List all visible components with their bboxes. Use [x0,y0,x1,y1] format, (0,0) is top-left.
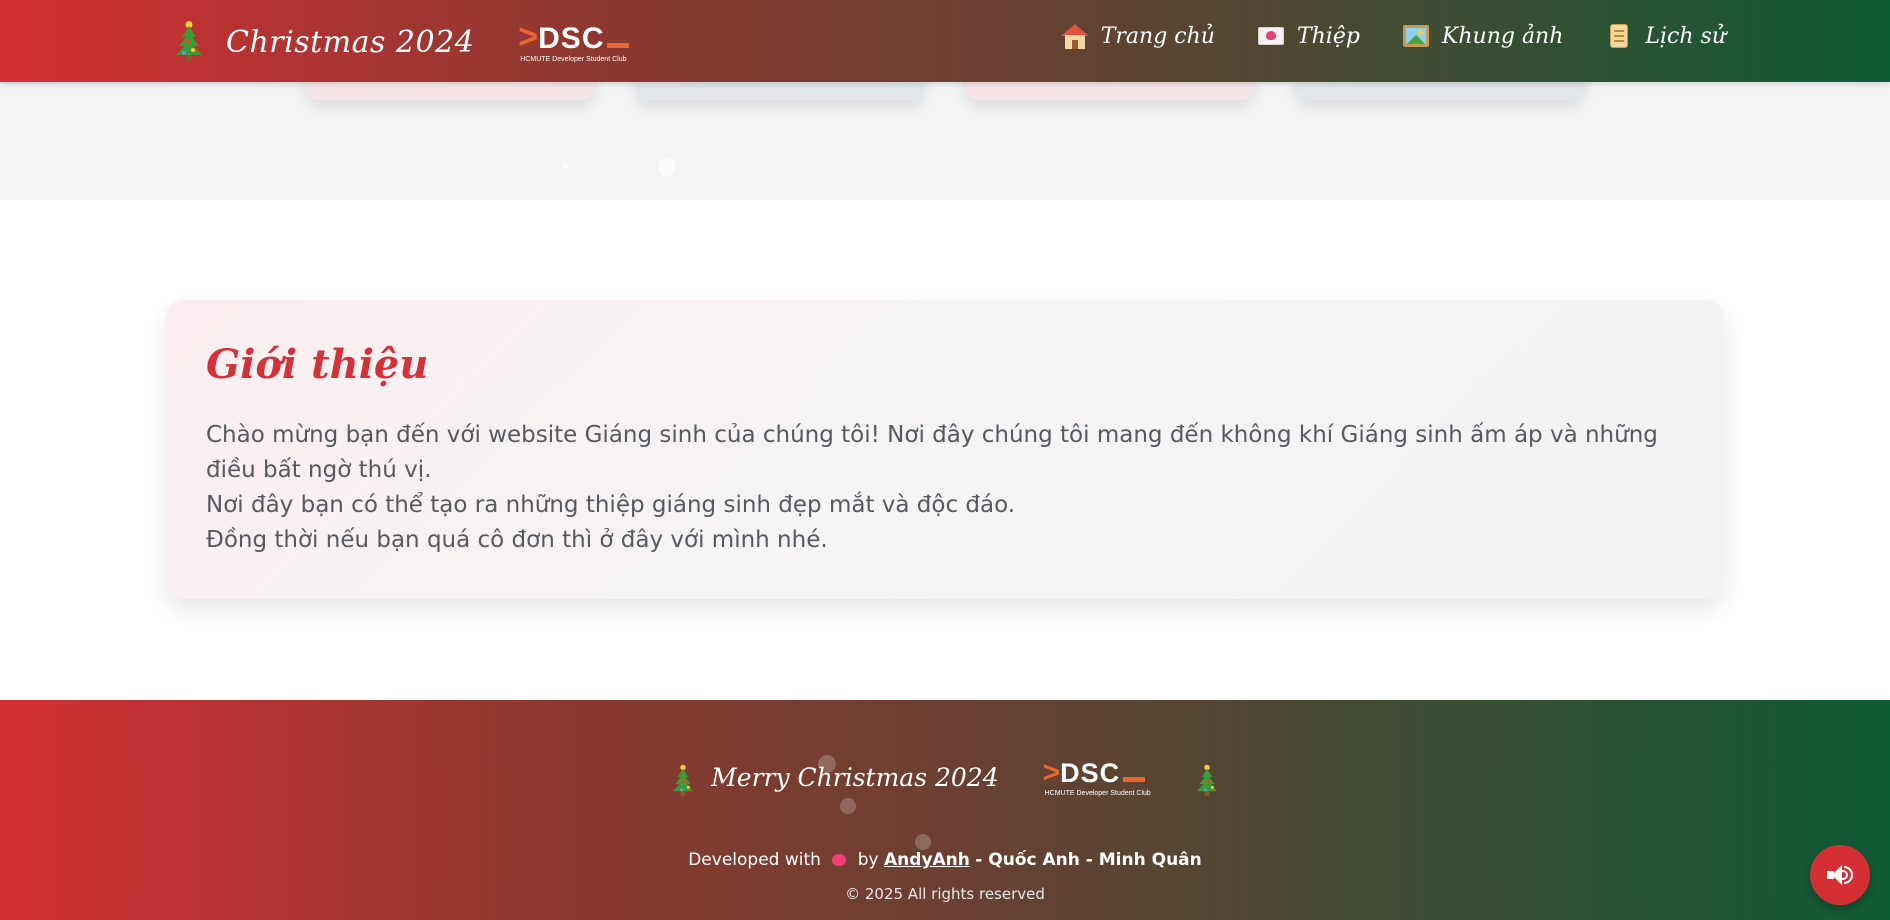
credit-prefix: Developed with [688,850,821,870]
intro-paragraph: Đồng thời nếu bạn quá cô đơn thì ở đây v… [206,527,828,553]
site-header: Christmas 2024 > DSC HCMUTE Developer Stu… [0,0,1890,82]
christmas-tree-icon [673,764,694,796]
author-link[interactable]: AndyAnh [884,850,970,870]
snow-dot [915,834,931,850]
intro-paragraph: Chào mừng bạn đến với website Giáng sinh… [206,422,1658,483]
love-letter-icon [1257,22,1285,50]
snow-dot [658,158,676,176]
credit-by: by [857,850,879,870]
nav-label: Thiệp [1296,23,1360,49]
brand-title: Christmas 2024 [226,24,475,60]
footer-credit: Developed with by AndyAnh - Quốc Anh - M… [0,850,1890,870]
nav-item-cards[interactable]: Thiệp [1257,22,1360,50]
christmas-tree-icon [174,21,204,62]
intro-paragraph: Nơi đây bạn có thể tạo ra những thiệp gi… [206,492,1016,518]
christmas-tree-icon [1196,764,1217,796]
nav-label: Lịch sử [1645,23,1726,49]
dsc-logo: > DSC HCMUTE Developer Student Club [1042,756,1151,798]
heart-icon [832,854,847,866]
site-footer: Merry Christmas 2024 > DSC HCMUTE Develop… [0,700,1890,920]
nav-item-photo-frame[interactable]: Khung ảnh [1402,22,1563,50]
nav-label: Khung ảnh [1441,23,1564,49]
intro-title: Giới thiệu [206,341,429,388]
nav-label: Trang chủ [1100,23,1215,49]
intro-card: Giới thiệu Chào mừng bạn đến với website… [166,300,1724,599]
nav-item-home[interactable]: Trang chủ [1060,22,1215,50]
snow-dot [562,163,568,169]
nav-item-history[interactable]: Lịch sử [1605,22,1726,50]
footer-brand: Merry Christmas 2024 > DSC HCMUTE Develop… [0,758,1890,797]
brand[interactable]: Christmas 2024 > DSC HCMUTE Developer Stu… [174,18,630,66]
speaker-icon [1827,864,1853,886]
framed-picture-icon [1402,22,1430,50]
house-icon [1060,22,1089,50]
intro-text: Chào mừng bạn đến với website Giáng sinh… [206,418,1684,558]
copyright: © 2025 All rights reserved [845,885,1045,903]
footer-title: Merry Christmas 2024 [711,763,999,792]
main-nav: Trang chủ Thiệp Khung ảnh Lịch sử [1060,22,1726,50]
dsc-logo: > DSC HCMUTE Developer Student Club [518,20,630,63]
credit-names: - Quốc Anh - Minh Quân [975,850,1202,870]
scroll-icon [1605,22,1633,50]
sound-toggle-button[interactable] [1810,845,1870,905]
snow-dot [840,798,856,814]
